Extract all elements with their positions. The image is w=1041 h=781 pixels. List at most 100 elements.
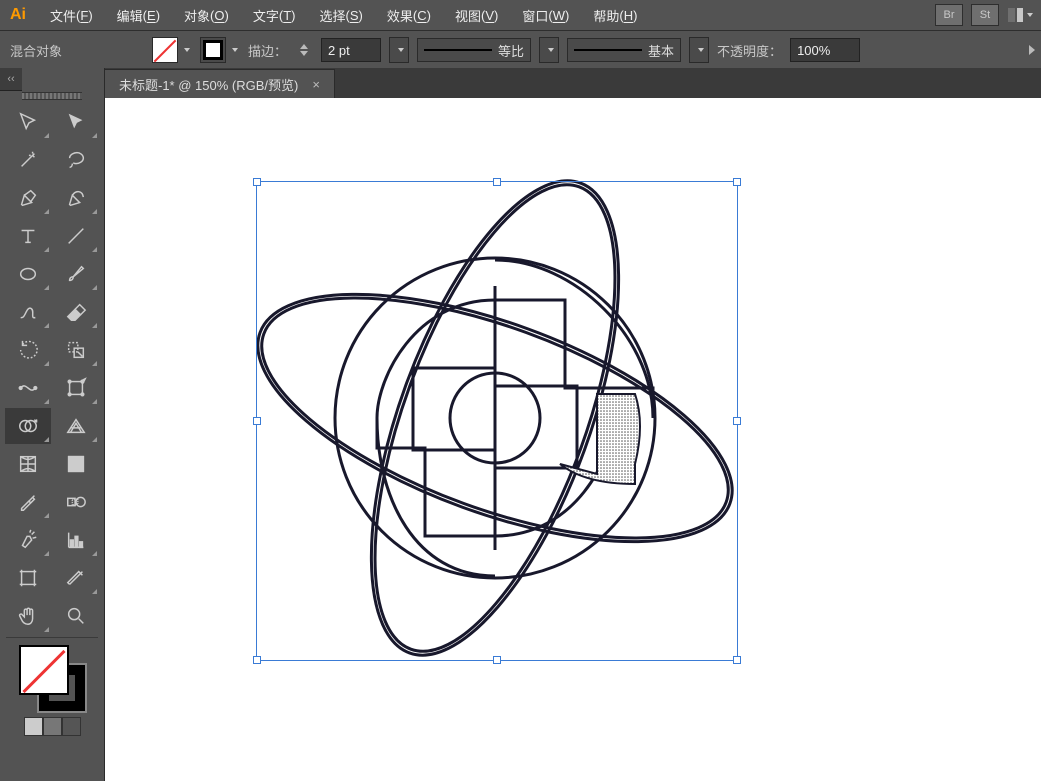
menu-type-label: 文字 (253, 6, 279, 25)
fill-indicator-none-icon (19, 645, 69, 695)
menu-object[interactable]: 对象(O) (172, 0, 241, 30)
fill-swatch-dropdown[interactable] (178, 38, 192, 62)
brush-line-icon (574, 49, 642, 51)
slice-tool[interactable] (53, 560, 99, 596)
resize-handle-s[interactable] (493, 656, 501, 664)
workspace-layout-button[interactable] (1007, 5, 1033, 25)
document-tab[interactable]: 未标题-1* @ 150% (RGB/预览) × (105, 69, 335, 98)
profile-dropdown[interactable] (539, 37, 559, 63)
lasso-tool[interactable] (53, 142, 99, 178)
close-tab-button[interactable]: × (312, 77, 320, 92)
artboard-tool[interactable] (5, 560, 51, 596)
selection-type-label: 混合对象 (6, 41, 144, 60)
bridge-button[interactable]: Br (935, 4, 963, 26)
resize-handle-sw[interactable] (253, 656, 261, 664)
document-tabbar: 未标题-1* @ 150% (RGB/预览) × (105, 68, 1041, 98)
resize-handle-e[interactable] (733, 417, 741, 425)
menu-bar: Ai 文件(F) 编辑(E) 对象(O) 文字(T) 选择(S) 效果(C) 视… (0, 0, 1041, 31)
type-tool[interactable] (5, 218, 51, 254)
layout-switch-icon (1007, 7, 1024, 23)
pen-tool[interactable] (5, 180, 51, 216)
eyedropper-tool[interactable] (5, 484, 51, 520)
zoom-tool[interactable] (53, 598, 99, 634)
menu-type[interactable]: 文字(T) (241, 0, 308, 30)
shaper-tool[interactable] (5, 294, 51, 330)
menu-object-accel: O (214, 8, 224, 23)
selection-tool[interactable] (5, 104, 51, 140)
spin-down-icon (300, 51, 308, 56)
brush-dropdown[interactable] (689, 37, 709, 63)
fill-swatch-none-icon (152, 37, 178, 63)
gradient-tool[interactable] (53, 446, 99, 482)
menu-window[interactable]: 窗口(W) (510, 0, 581, 30)
document-tab-title: 未标题-1* @ 150% (RGB/预览) (119, 75, 298, 94)
menu-object-label: 对象 (184, 6, 210, 25)
menu-help[interactable]: 帮助(H) (581, 0, 649, 30)
opacity-label: 不透明度： (717, 41, 782, 60)
resize-handle-ne[interactable] (733, 178, 741, 186)
stroke-swatch-dropdown[interactable] (226, 38, 240, 62)
stroke-weight-dropdown[interactable] (389, 37, 409, 63)
resize-handle-nw[interactable] (253, 178, 261, 186)
blend-tool[interactable] (53, 484, 99, 520)
menu-effect[interactable]: 效果(C) (375, 0, 443, 30)
variable-width-profile[interactable]: 等比 (417, 38, 531, 62)
resize-handle-w[interactable] (253, 417, 261, 425)
free-transform-tool[interactable] (53, 370, 99, 406)
symbol-sprayer-tool[interactable] (5, 522, 51, 558)
menu-select-accel: S (350, 8, 359, 23)
width-tool[interactable] (5, 370, 51, 406)
control-bar: 混合对象 描边： 2 pt 等比 基本 不透明度： 100% (0, 31, 1041, 70)
menu-effect-label: 效果 (387, 6, 413, 25)
resize-handle-se[interactable] (733, 656, 741, 664)
canvas[interactable] (105, 98, 1041, 781)
stroke-weight-field[interactable]: 2 pt (321, 38, 381, 62)
collapse-panels-button[interactable]: ‹‹ (0, 68, 22, 91)
menu-help-label: 帮助 (593, 6, 619, 25)
resize-handle-n[interactable] (493, 178, 501, 186)
menu-edit[interactable]: 编辑(E) (105, 0, 172, 30)
draw-normal-icon (24, 717, 43, 736)
stock-button[interactable]: St (971, 4, 999, 26)
chevron-down-icon (184, 48, 190, 52)
perspective-grid-tool[interactable] (53, 408, 99, 444)
magic-wand-tool[interactable] (5, 142, 51, 178)
brush-definition[interactable]: 基本 (567, 38, 681, 62)
rotate-tool[interactable] (5, 332, 51, 368)
toolbox-grip-icon[interactable] (22, 92, 82, 100)
ellipse-tool[interactable] (5, 256, 51, 292)
fill-swatch-group[interactable] (152, 37, 192, 63)
menu-window-accel: W (553, 8, 565, 23)
scale-tool[interactable] (53, 332, 99, 368)
stroke-swatch-group[interactable] (200, 37, 240, 63)
mesh-tool[interactable] (5, 446, 51, 482)
stroke-weight-stepper[interactable] (295, 38, 313, 62)
more-options-icon[interactable] (1029, 45, 1035, 55)
toolbox (0, 68, 105, 781)
fill-stroke-indicator[interactable] (17, 643, 87, 713)
opacity-field[interactable]: 100% (790, 38, 860, 62)
menu-window-label: 窗口 (522, 6, 548, 25)
chevron-down-icon (1027, 13, 1033, 17)
selection-bounding-box[interactable] (256, 181, 738, 661)
eraser-tool[interactable] (53, 294, 99, 330)
stroke-swatch-icon (200, 37, 226, 63)
stroke-weight-label: 描边： (248, 41, 287, 60)
hand-tool[interactable] (5, 598, 51, 634)
curvature-tool[interactable] (53, 180, 99, 216)
chevron-down-icon (698, 48, 704, 52)
spin-up-icon (300, 44, 308, 49)
menu-select[interactable]: 选择(S) (308, 0, 375, 30)
column-graph-tool[interactable] (53, 522, 99, 558)
direct-selection-tool[interactable] (53, 104, 99, 140)
shape-builder-tool[interactable] (5, 408, 51, 444)
line-tool[interactable] (53, 218, 99, 254)
paintbrush-tool[interactable] (53, 256, 99, 292)
menu-view[interactable]: 视图(V) (443, 0, 510, 30)
menu-effect-accel: C (417, 8, 426, 23)
menu-file[interactable]: 文件(F) (38, 0, 105, 30)
menu-edit-accel: E (147, 8, 156, 23)
menu-file-accel: F (80, 8, 88, 23)
chevron-down-icon (548, 48, 554, 52)
draw-modes[interactable] (24, 717, 81, 736)
